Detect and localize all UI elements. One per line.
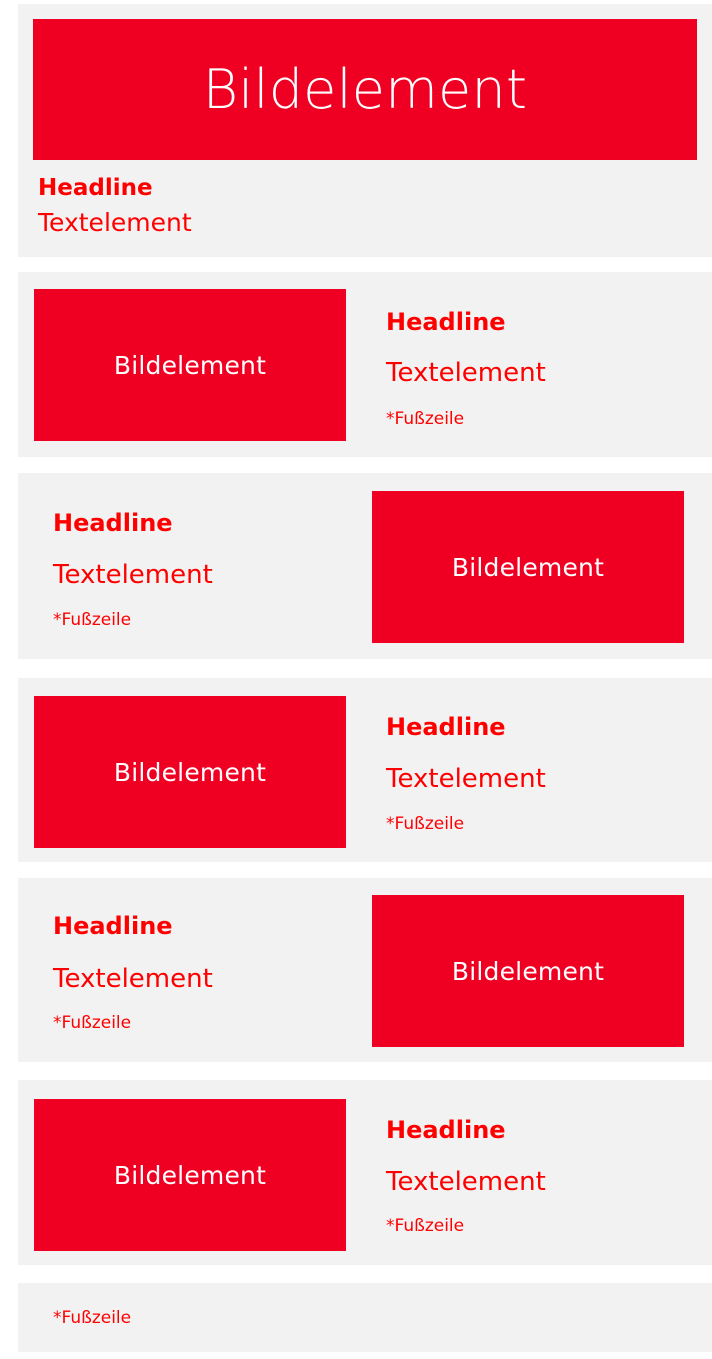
teaser-text: Textelement [386, 358, 546, 388]
teaser-text: Textelement [53, 964, 213, 994]
hero-image-placeholder: Bildelement [33, 19, 697, 160]
teaser-footnote: *Fußzeile [386, 814, 465, 834]
image-placeholder: Bildelement [34, 289, 346, 441]
teaser-block: Bildelement Headline Textelement *Fußzei… [18, 1080, 712, 1265]
teaser-headline: Headline [53, 912, 173, 940]
teaser-text: Textelement [53, 560, 213, 590]
page: Bildelement Headline Textelement Bildele… [0, 0, 712, 1359]
hero-teaser: Bildelement Headline Textelement [18, 4, 712, 257]
teaser-block: Headline Textelement *Fußzeile Bildeleme… [18, 473, 712, 659]
teaser-footnote: *Fußzeile [53, 610, 132, 630]
teaser-headline: Headline [386, 713, 506, 741]
teaser-headline: Headline [386, 1116, 506, 1144]
teaser-footnote: *Fußzeile [386, 409, 465, 429]
teaser-text: Textelement [386, 764, 546, 794]
teaser-headline: Headline [53, 509, 173, 537]
teaser-footnote: *Fußzeile [386, 1216, 465, 1236]
teaser-footnote: *Fußzeile [53, 1013, 132, 1033]
teaser-headline: Headline [386, 308, 506, 336]
hero-text: Textelement [38, 208, 192, 237]
footer-footnote: *Fußzeile [53, 1308, 132, 1328]
hero-headline: Headline [38, 175, 153, 201]
footer-note-block: *Fußzeile [18, 1283, 712, 1352]
teaser-block: Bildelement Headline Textelement *Fußzei… [18, 272, 712, 457]
teaser-text: Textelement [386, 1167, 546, 1197]
image-placeholder: Bildelement [34, 696, 346, 848]
image-placeholder: Bildelement [34, 1099, 346, 1251]
image-placeholder: Bildelement [372, 491, 684, 643]
teaser-block: Bildelement Headline Textelement *Fußzei… [18, 678, 712, 862]
teaser-block: Headline Textelement *Fußzeile Bildeleme… [18, 878, 712, 1062]
image-placeholder: Bildelement [372, 895, 684, 1047]
